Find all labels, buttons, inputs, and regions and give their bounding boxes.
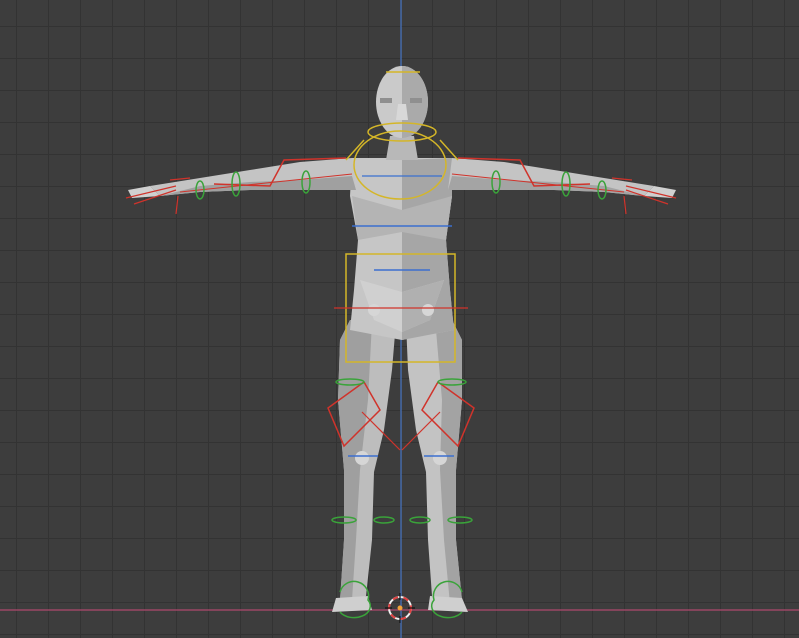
head-mesh [376,66,428,138]
right-hip-joint[interactable] [422,304,434,316]
legs-mesh [332,320,468,612]
3d-viewport[interactable] [0,0,799,638]
torso-mesh [350,158,454,340]
scene-canvas[interactable] [0,0,799,638]
shoulder-right-bone[interactable] [439,139,459,161]
left-shin-inner-control[interactable] [373,516,395,524]
character-mesh[interactable] [128,66,676,612]
right-shin-inner-control[interactable] [409,516,431,524]
left-hip-joint[interactable] [368,304,380,316]
3d-cursor-icon[interactable] [385,593,415,623]
neck-mesh [386,136,418,160]
left-arm-mesh [128,158,356,198]
